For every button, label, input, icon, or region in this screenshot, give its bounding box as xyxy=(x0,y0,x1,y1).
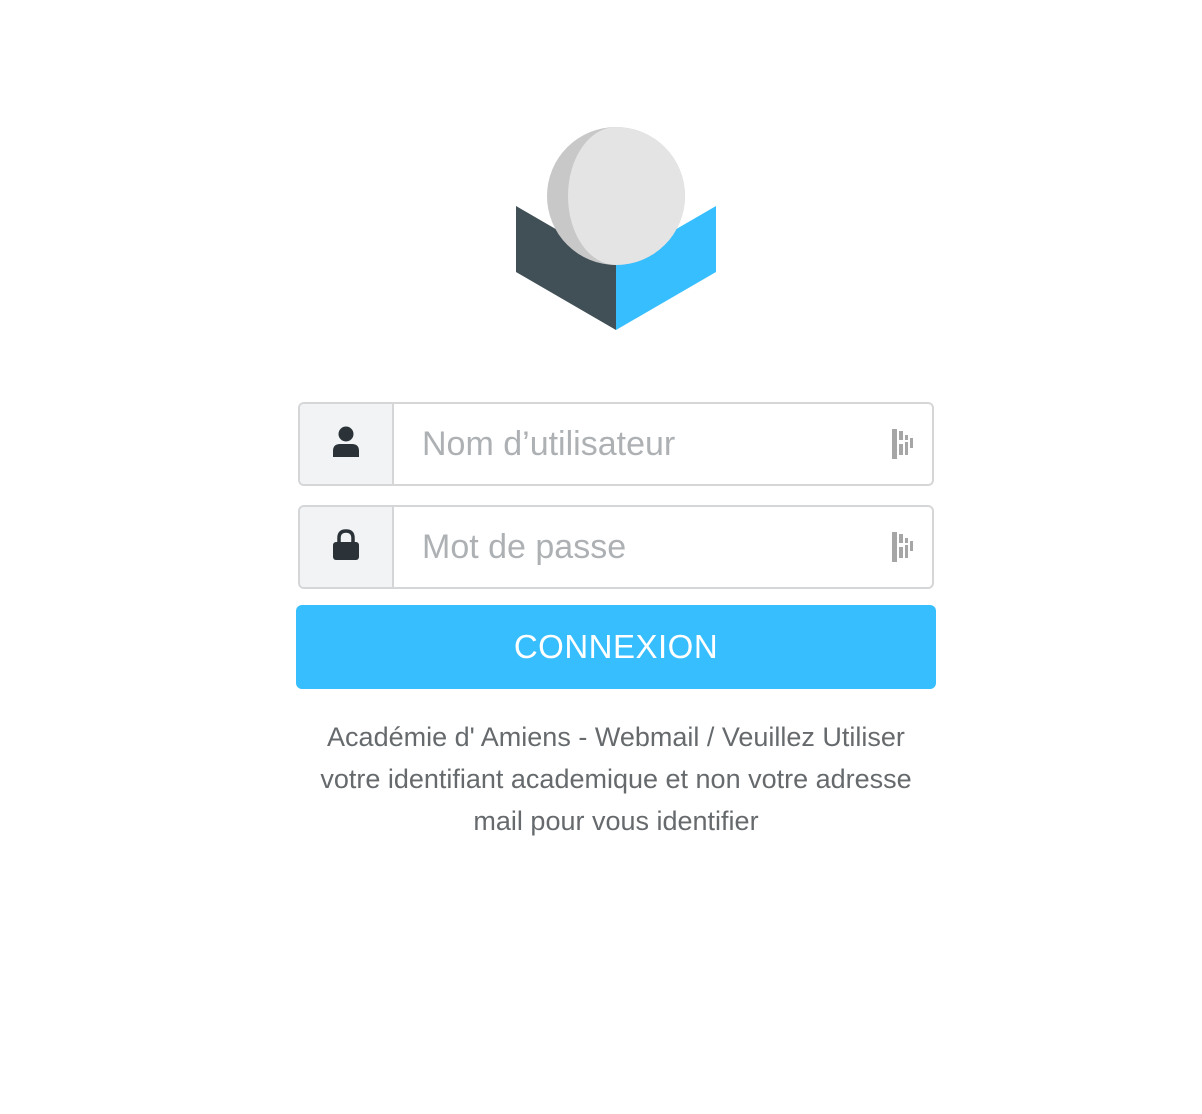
password-manager-icon[interactable] xyxy=(874,404,932,484)
password-addon xyxy=(300,507,394,587)
notice-line: mail pour vous identifier xyxy=(473,806,759,836)
login-notice: Académie d' Amiens - Webmail / Veuillez … xyxy=(296,716,936,842)
notice-line: Académie d' Amiens - Webmail / Veuillez … xyxy=(327,722,905,752)
login-button[interactable]: CONNEXION xyxy=(296,605,936,689)
username-field xyxy=(298,402,934,486)
user-icon xyxy=(332,426,360,463)
password-manager-icon[interactable] xyxy=(874,507,932,587)
username-addon xyxy=(300,404,394,484)
notice-line: votre identifiant academique et non votr… xyxy=(320,764,912,794)
username-input[interactable] xyxy=(394,404,874,484)
roundcube-logo xyxy=(514,126,718,330)
lock-icon xyxy=(332,528,360,566)
password-field xyxy=(298,505,934,589)
password-input[interactable] xyxy=(394,507,874,587)
